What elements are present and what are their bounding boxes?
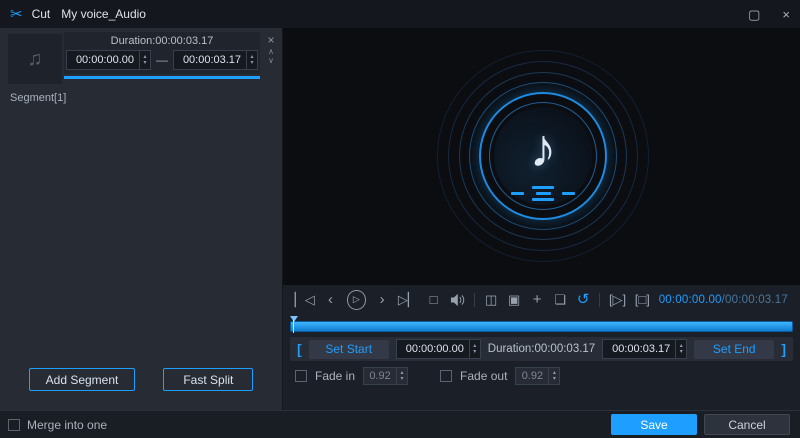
toolbar-divider bbox=[599, 292, 601, 307]
fade-out-checkbox[interactable] bbox=[440, 370, 453, 382]
merge-label: Merge into one bbox=[27, 417, 108, 432]
fade-out-label: Fade out bbox=[460, 369, 508, 383]
total-time: /00:00:03.17 bbox=[721, 293, 788, 306]
trim-duration-label: Duration:00:00:03.17 bbox=[487, 343, 596, 355]
segment-move-down-icon[interactable]: ∨ bbox=[268, 57, 274, 65]
reset-icon[interactable]: ↺ bbox=[576, 292, 590, 307]
step-back-icon[interactable]: ‹ bbox=[324, 292, 338, 307]
music-note-icon: ♫ bbox=[27, 47, 43, 70]
merge-checkbox[interactable] bbox=[8, 418, 20, 431]
cut-dialog: ✂ Cut My voice_Audio ▢ × ♫ Duration:00:0… bbox=[0, 0, 800, 438]
segment-start-input[interactable]: ▴▾ bbox=[66, 50, 151, 70]
fade-out-stepper[interactable]: ▴ ▾ bbox=[548, 368, 559, 384]
audio-preview: ♪ bbox=[283, 28, 800, 285]
stop-clip-icon[interactable]: [□] bbox=[635, 293, 650, 306]
set-start-button[interactable]: Set Start bbox=[308, 339, 389, 359]
trim-end-stepper[interactable]: ▴ ▾ bbox=[675, 340, 686, 358]
window-controls: ▢ × bbox=[748, 8, 790, 21]
scissors-icon: ✂ bbox=[10, 5, 23, 23]
segment-thumbnail[interactable]: ♫ bbox=[8, 34, 62, 84]
play-button[interactable]: ▷ bbox=[346, 289, 367, 310]
fade-in-label: Fade in bbox=[315, 369, 356, 383]
add-segment-button[interactable]: Add Segment bbox=[28, 368, 136, 391]
range-dash: — bbox=[156, 53, 168, 67]
fade-out-input[interactable]: ▴▾ bbox=[515, 367, 561, 385]
segment-duration-label: Duration:00:00:03.17 bbox=[110, 35, 214, 47]
time-display: 00:00:00.00/00:00:03.17 bbox=[659, 294, 788, 306]
fade-out-value[interactable] bbox=[516, 370, 549, 382]
segment-label: Segment[1] bbox=[10, 92, 67, 104]
equalizer-marks bbox=[511, 186, 575, 201]
current-time: 00:00:00.00 bbox=[658, 293, 722, 306]
dialog-title: Cut bbox=[31, 7, 51, 21]
trim-start-input[interactable]: ▴▾ bbox=[395, 339, 481, 359]
playhead-line bbox=[293, 320, 294, 333]
copy-segment-icon[interactable]: ❏ bbox=[553, 293, 567, 306]
trim-controls: [ Set Start ▴▾ Duration:00:00:03.17 ▴▾ S… bbox=[290, 337, 793, 361]
stop-icon[interactable]: □ bbox=[427, 293, 441, 306]
preview-clip-icon[interactable]: [▷] bbox=[609, 293, 626, 306]
music-note-icon: ♪ bbox=[529, 118, 557, 179]
transport-toolbar: ▏◁ ‹ ▷ › ▷▏ □ ◫ ▣ + ❏ ↺ [▷] [□] 00:00:00… bbox=[283, 285, 800, 314]
skip-to-start-icon[interactable]: ▏◁ bbox=[295, 293, 315, 306]
fade-in-checkbox[interactable] bbox=[295, 370, 307, 382]
volume-icon[interactable] bbox=[450, 293, 466, 307]
toolbar-divider bbox=[474, 292, 476, 307]
skip-to-end-icon[interactable]: ▷▏ bbox=[398, 293, 418, 306]
close-icon[interactable]: × bbox=[782, 8, 790, 21]
segment-close-icon[interactable]: × bbox=[267, 33, 274, 47]
fast-split-button[interactable]: Fast Split bbox=[163, 368, 254, 391]
fade-in-input[interactable]: ▴▾ bbox=[363, 367, 409, 385]
segment-end-value[interactable] bbox=[178, 54, 246, 66]
trim-end-input[interactable]: ▴▾ bbox=[602, 339, 688, 359]
step-forward-icon[interactable]: › bbox=[375, 292, 389, 307]
segment-panel: ♫ Duration:00:00:03.17 ▴▾ — ▴▾ × ∧ ∨ Se bbox=[0, 28, 283, 410]
save-button[interactable]: Save bbox=[611, 414, 697, 435]
add-segment-icon[interactable]: + bbox=[530, 292, 544, 307]
fade-controls: Fade in ▴▾ Fade out ▴▾ bbox=[295, 366, 561, 386]
fade-in-stepper[interactable]: ▴ ▾ bbox=[396, 368, 407, 384]
timeline bbox=[290, 316, 793, 334]
segment-progress-bar bbox=[64, 76, 260, 79]
segment-start-value[interactable] bbox=[71, 54, 139, 66]
segments-view-icon[interactable]: ◫ bbox=[484, 293, 498, 306]
start-bracket: [ bbox=[297, 341, 302, 357]
segment-move-up-icon[interactable]: ∧ bbox=[268, 48, 274, 56]
end-bracket: ] bbox=[781, 341, 786, 357]
maximize-icon[interactable]: ▢ bbox=[748, 8, 760, 21]
play-icon: ▷ bbox=[352, 294, 360, 304]
segment-start-stepper[interactable]: ▴ ▾ bbox=[139, 51, 150, 69]
segment-end-input[interactable]: ▴▾ bbox=[173, 50, 258, 70]
footer-bar: Merge into one Save Cancel bbox=[0, 410, 800, 438]
editor-panel: ♪ ▏◁ ‹ ▷ › ▷▏ □ ◫ ▣ + ❏ ↺ [▷] [□] 00:00:… bbox=[283, 28, 800, 410]
trim-start-stepper[interactable]: ▴ ▾ bbox=[468, 340, 480, 358]
playhead-marker[interactable] bbox=[290, 316, 298, 322]
set-end-button[interactable]: Set End bbox=[694, 339, 775, 359]
file-name: My voice_Audio bbox=[61, 7, 146, 21]
segment-end-stepper[interactable]: ▴ ▾ bbox=[246, 51, 257, 69]
frame-select-icon[interactable]: ▣ bbox=[507, 293, 521, 306]
segment-editor: Duration:00:00:03.17 ▴▾ — ▴▾ bbox=[64, 32, 260, 74]
trim-end-value[interactable] bbox=[607, 343, 676, 355]
timeline-track[interactable] bbox=[290, 321, 793, 332]
fade-in-value[interactable] bbox=[364, 370, 397, 382]
trim-start-value[interactable] bbox=[400, 343, 469, 355]
cancel-button[interactable]: Cancel bbox=[704, 414, 790, 435]
titlebar: ✂ Cut My voice_Audio ▢ × bbox=[0, 0, 800, 28]
